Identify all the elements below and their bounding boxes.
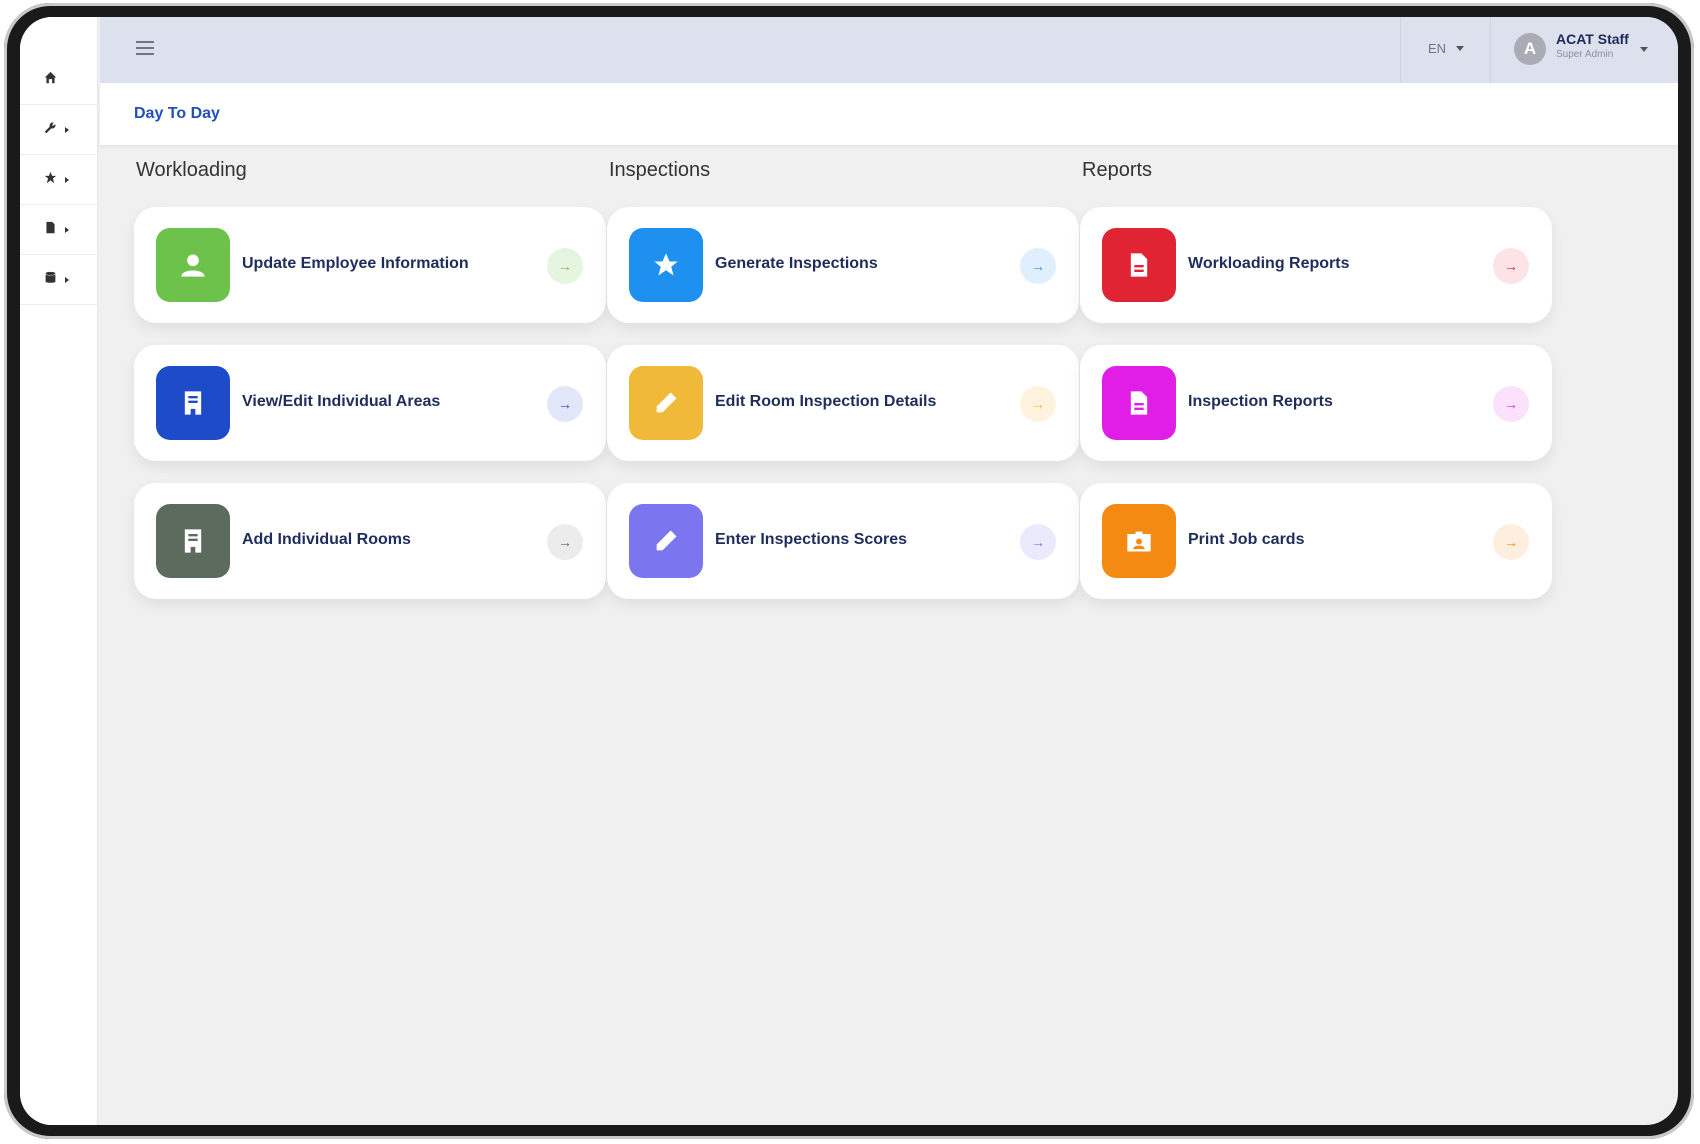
card-label: Generate Inspections <box>715 255 878 272</box>
caret-right-icon <box>65 126 69 133</box>
card-generate-inspections[interactable]: Generate Inspections → <box>607 207 1079 323</box>
building-icon <box>156 366 230 440</box>
language-label: EN <box>1428 41 1447 56</box>
sidebar <box>20 17 98 1125</box>
sidebar-item-favorites[interactable] <box>20 155 98 205</box>
arrow-right-icon[interactable]: → <box>1020 524 1056 560</box>
card-edit-room-inspection-details[interactable]: Edit Room Inspection Details → <box>607 345 1079 461</box>
section-title: Workloading <box>136 159 247 181</box>
arrow-right-icon[interactable]: → <box>1020 248 1056 284</box>
top-bar: EN A ACAT Staff Super Admin <box>100 17 1678 83</box>
card-update-employee-information[interactable]: Update Employee Information → <box>134 207 606 323</box>
user-menu[interactable]: ACAT Staff Super Admin <box>1556 31 1629 60</box>
card-label: Enter Inspections Scores <box>715 531 908 548</box>
menu-toggle-icon[interactable] <box>136 41 154 55</box>
sidebar-item-tools[interactable] <box>20 105 98 155</box>
document-icon <box>1102 228 1176 302</box>
user-name: ACAT Staff <box>1556 31 1629 47</box>
chevron-down-icon <box>1456 46 1465 51</box>
document-icon <box>44 221 57 239</box>
app-screen: EN A ACAT Staff Super Admin Day To Day W… <box>20 17 1678 1125</box>
arrow-right-icon[interactable]: → <box>547 386 583 422</box>
database-icon <box>44 271 57 289</box>
sidebar-item-database[interactable] <box>20 255 98 305</box>
caret-right-icon <box>65 176 69 183</box>
card-label: Edit Room Inspection Details <box>715 393 937 410</box>
arrow-right-icon[interactable]: → <box>1493 386 1529 422</box>
card-workloading-reports[interactable]: Workloading Reports → <box>1080 207 1552 323</box>
card-label: Update Employee Information <box>242 255 469 272</box>
card-view-edit-individual-areas[interactable]: View/Edit Individual Areas → <box>134 345 606 461</box>
divider <box>1400 17 1401 83</box>
star-icon <box>629 228 703 302</box>
arrow-right-icon[interactable]: → <box>1493 524 1529 560</box>
card-enter-inspections-scores[interactable]: Enter Inspections Scores → <box>607 483 1079 599</box>
arrow-right-icon[interactable]: → <box>547 248 583 284</box>
card-inspection-reports[interactable]: Inspection Reports → <box>1080 345 1552 461</box>
section-reports: Reports Workloading Reports → Inspection Re… <box>1080 159 1552 621</box>
arrow-right-icon[interactable]: → <box>1493 248 1529 284</box>
section-title: Inspections <box>609 159 711 181</box>
breadcrumb-day-to-day[interactable]: Day To Day <box>134 105 220 123</box>
section-inspections: Inspections Generate Inspections → Edit Roo… <box>607 159 1079 621</box>
building-icon <box>156 504 230 578</box>
card-label: Inspection Reports <box>1188 393 1333 410</box>
section-title: Reports <box>1082 159 1153 181</box>
avatar[interactable]: A <box>1514 33 1546 65</box>
sidebar-item-documents[interactable] <box>20 205 98 255</box>
card-add-individual-rooms[interactable]: Add Individual Rooms → <box>134 483 606 599</box>
chevron-down-icon[interactable] <box>1640 47 1648 52</box>
caret-right-icon <box>65 276 69 283</box>
user-icon <box>156 228 230 302</box>
device-frame: EN A ACAT Staff Super Admin Day To Day W… <box>4 3 1694 1139</box>
card-label: Print Job cards <box>1188 531 1305 548</box>
card-label: Workloading Reports <box>1188 255 1350 272</box>
document-icon <box>1102 366 1176 440</box>
language-selector[interactable]: EN <box>1428 41 1465 56</box>
arrow-right-icon[interactable]: → <box>1020 386 1056 422</box>
arrow-right-icon[interactable]: → <box>547 524 583 560</box>
card-print-job-cards[interactable]: Print Job cards → <box>1080 483 1552 599</box>
home-icon <box>44 71 57 89</box>
pencil-icon <box>629 366 703 440</box>
breadcrumb: Day To Day <box>100 83 1678 145</box>
id-card-icon <box>1102 504 1176 578</box>
wrench-icon <box>44 121 57 139</box>
pencil-icon <box>629 504 703 578</box>
star-icon <box>44 171 57 189</box>
divider <box>1490 17 1491 83</box>
card-label: Add Individual Rooms <box>242 531 411 548</box>
section-workloading: Workloading Update Employee Information → V… <box>134 159 606 621</box>
user-role: Super Admin <box>1556 49 1614 60</box>
caret-right-icon <box>65 226 69 233</box>
sidebar-item-home[interactable] <box>20 55 98 105</box>
card-label: View/Edit Individual Areas <box>242 393 441 410</box>
